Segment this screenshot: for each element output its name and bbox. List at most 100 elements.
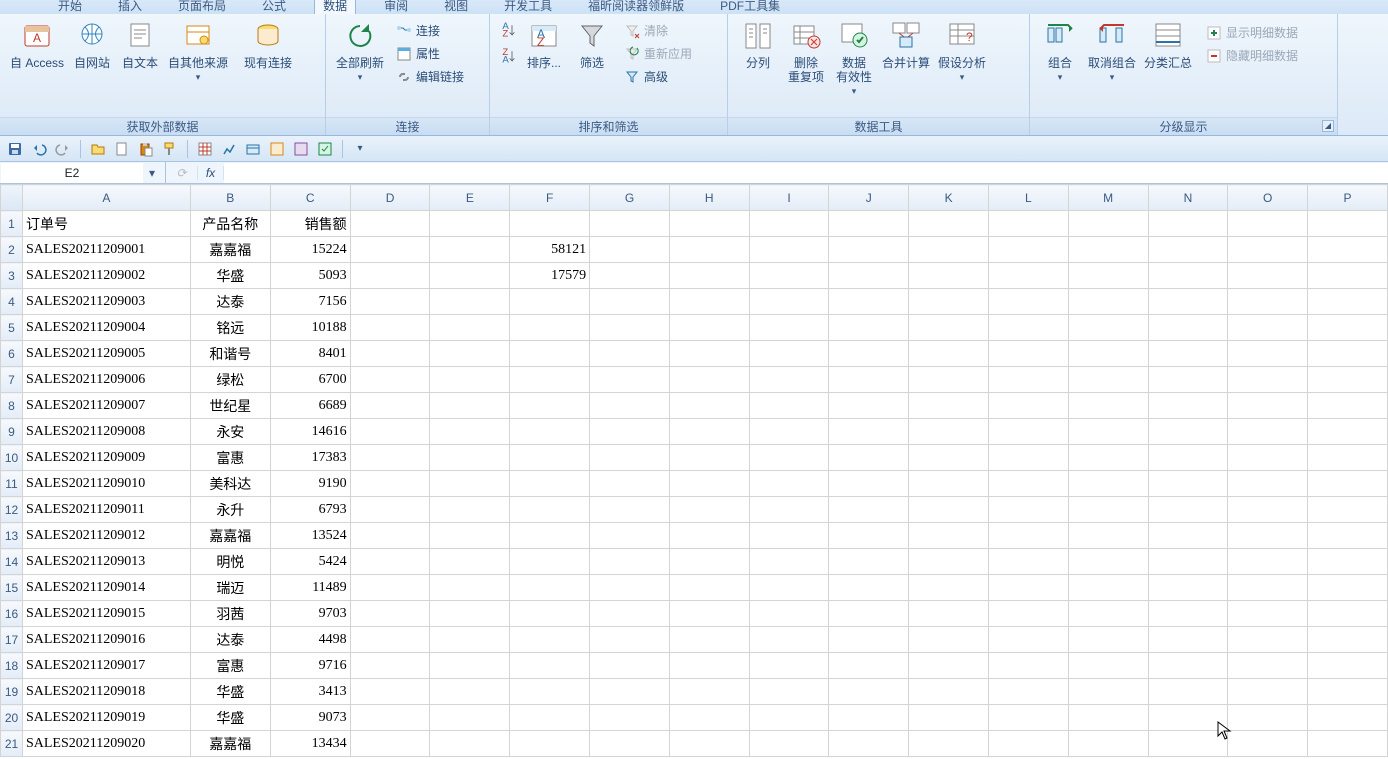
cell-N11[interactable]: [1148, 471, 1228, 497]
cell-E5[interactable]: [430, 315, 510, 341]
remove-duplicates-button[interactable]: 删除 重复项: [782, 18, 830, 86]
cell-E7[interactable]: [430, 367, 510, 393]
cell-H5[interactable]: [669, 315, 749, 341]
cell-O11[interactable]: [1228, 471, 1308, 497]
qat-customize-button[interactable]: ▾: [351, 140, 369, 158]
cell-I8[interactable]: [749, 393, 829, 419]
menu-tab-2[interactable]: 页面布局: [170, 0, 234, 14]
cell-N15[interactable]: [1148, 575, 1228, 601]
col-header-E[interactable]: E: [430, 185, 510, 211]
cell-M3[interactable]: [1068, 263, 1148, 289]
cell-P1[interactable]: [1308, 211, 1388, 237]
cell-K6[interactable]: [909, 341, 989, 367]
cell-E11[interactable]: [430, 471, 510, 497]
cell-P2[interactable]: [1308, 237, 1388, 263]
cell-G11[interactable]: [590, 471, 670, 497]
cell-D9[interactable]: [350, 419, 430, 445]
row-header-18[interactable]: 18: [1, 653, 23, 679]
cell-O7[interactable]: [1228, 367, 1308, 393]
cell-F15[interactable]: [510, 575, 590, 601]
cell-F17[interactable]: [510, 627, 590, 653]
row-header-10[interactable]: 10: [1, 445, 23, 471]
cell-N17[interactable]: [1148, 627, 1228, 653]
filter-button[interactable]: 筛选: [568, 18, 616, 72]
menu-tab-1[interactable]: 插入: [110, 0, 150, 14]
cell-O8[interactable]: [1228, 393, 1308, 419]
cell-P11[interactable]: [1308, 471, 1388, 497]
cell-N19[interactable]: [1148, 679, 1228, 705]
cell-A6[interactable]: SALES20211209005: [22, 341, 190, 367]
cell-J13[interactable]: [829, 523, 909, 549]
cell-K13[interactable]: [909, 523, 989, 549]
cell-F4[interactable]: [510, 289, 590, 315]
cell-A8[interactable]: SALES20211209007: [22, 393, 190, 419]
cell-N21[interactable]: [1148, 731, 1228, 757]
cell-B17[interactable]: 达泰: [190, 627, 270, 653]
cell-E9[interactable]: [430, 419, 510, 445]
cell-J4[interactable]: [829, 289, 909, 315]
cell-E19[interactable]: [430, 679, 510, 705]
cell-B13[interactable]: 嘉嘉福: [190, 523, 270, 549]
cell-E1[interactable]: [430, 211, 510, 237]
cell-K18[interactable]: [909, 653, 989, 679]
cell-J8[interactable]: [829, 393, 909, 419]
cell-K19[interactable]: [909, 679, 989, 705]
cell-C19[interactable]: 3413: [270, 679, 350, 705]
cell-P5[interactable]: [1308, 315, 1388, 341]
cell-J12[interactable]: [829, 497, 909, 523]
cell-E15[interactable]: [430, 575, 510, 601]
cell-E4[interactable]: [430, 289, 510, 315]
cell-K11[interactable]: [909, 471, 989, 497]
cell-L13[interactable]: [988, 523, 1068, 549]
ungroup-button[interactable]: 取消组合: [1084, 18, 1140, 86]
cell-I12[interactable]: [749, 497, 829, 523]
cell-L21[interactable]: [988, 731, 1068, 757]
menu-tab-9[interactable]: PDF工具集: [712, 0, 788, 14]
cell-B10[interactable]: 富惠: [190, 445, 270, 471]
cell-G20[interactable]: [590, 705, 670, 731]
cell-E6[interactable]: [430, 341, 510, 367]
cell-K4[interactable]: [909, 289, 989, 315]
cell-H18[interactable]: [669, 653, 749, 679]
cell-L8[interactable]: [988, 393, 1068, 419]
cell-A16[interactable]: SALES20211209015: [22, 601, 190, 627]
data-validation-button[interactable]: 数据 有效性: [830, 18, 878, 100]
cell-E8[interactable]: [430, 393, 510, 419]
cell-J6[interactable]: [829, 341, 909, 367]
cell-D8[interactable]: [350, 393, 430, 419]
edit-links-button[interactable]: 编辑链接: [392, 66, 468, 87]
cell-K17[interactable]: [909, 627, 989, 653]
cell-O15[interactable]: [1228, 575, 1308, 601]
cell-N13[interactable]: [1148, 523, 1228, 549]
cell-K10[interactable]: [909, 445, 989, 471]
row-header-20[interactable]: 20: [1, 705, 23, 731]
cell-G8[interactable]: [590, 393, 670, 419]
group-button[interactable]: 组合: [1036, 18, 1084, 86]
cell-C8[interactable]: 6689: [270, 393, 350, 419]
cell-F16[interactable]: [510, 601, 590, 627]
cell-D3[interactable]: [350, 263, 430, 289]
col-header-O[interactable]: O: [1228, 185, 1308, 211]
cell-H7[interactable]: [669, 367, 749, 393]
cell-M10[interactable]: [1068, 445, 1148, 471]
cell-D2[interactable]: [350, 237, 430, 263]
cell-I9[interactable]: [749, 419, 829, 445]
cell-O3[interactable]: [1228, 263, 1308, 289]
cell-B19[interactable]: 华盛: [190, 679, 270, 705]
col-header-M[interactable]: M: [1068, 185, 1148, 211]
name-box[interactable]: ▾: [0, 162, 166, 183]
from-text-button[interactable]: 自文本: [116, 18, 164, 72]
cell-B20[interactable]: 华盛: [190, 705, 270, 731]
cell-G14[interactable]: [590, 549, 670, 575]
cell-N16[interactable]: [1148, 601, 1228, 627]
cell-B21[interactable]: 嘉嘉福: [190, 731, 270, 757]
cell-K8[interactable]: [909, 393, 989, 419]
cell-J11[interactable]: [829, 471, 909, 497]
cell-D19[interactable]: [350, 679, 430, 705]
cell-I15[interactable]: [749, 575, 829, 601]
menu-tab-3[interactable]: 公式: [254, 0, 294, 14]
cell-D20[interactable]: [350, 705, 430, 731]
cell-C4[interactable]: 7156: [270, 289, 350, 315]
menu-tab-4[interactable]: 数据: [314, 0, 356, 14]
cell-O17[interactable]: [1228, 627, 1308, 653]
